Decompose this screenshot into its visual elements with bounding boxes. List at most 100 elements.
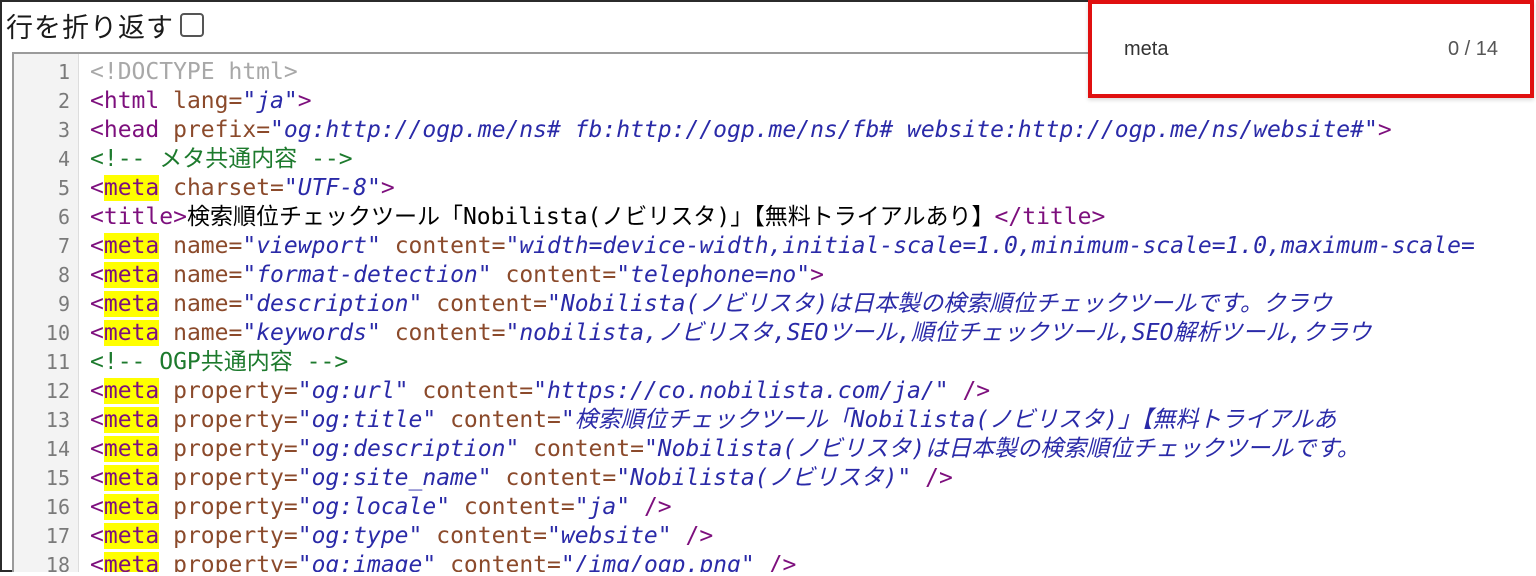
- code-text: <meta property="og:description" content=…: [90, 435, 1360, 464]
- code-token: "ja": [242, 88, 298, 114]
- code-line[interactable]: 9 <meta name="description" content="Nobil…: [14, 290, 1534, 319]
- code-token: "website": [547, 523, 672, 549]
- code-line[interactable]: 7 <meta name="viewport" content="width=de…: [14, 232, 1534, 261]
- search-highlight: meta: [103, 175, 160, 201]
- line-number: 15: [45, 466, 70, 490]
- code-token: "og:type": [297, 523, 423, 549]
- code-line[interactable]: 8 <meta name="format-detection" content="…: [14, 261, 1534, 290]
- code-line[interactable]: 3 <head prefix="og:http://ogp.me/ns# fb:h…: [14, 116, 1534, 145]
- code-line[interactable]: 18 <meta property="og:image" content="/im…: [14, 551, 1534, 572]
- code-token: "Nobilista(ノビリスタ)は日本製の検索順位チェックツールです。クラウ: [547, 291, 1332, 317]
- line-number: 14: [45, 437, 70, 461]
- search-input[interactable]: meta: [1124, 38, 1168, 61]
- code-line[interactable]: 16 <meta property="og:locale" content="ja…: [14, 493, 1534, 522]
- code-token: "og:locale": [297, 494, 451, 520]
- line-number: 9: [57, 292, 70, 316]
- line-number: 4: [57, 147, 70, 171]
- code-token: content=: [463, 494, 575, 520]
- code-token: <: [90, 436, 104, 462]
- search-highlight: meta: [103, 494, 160, 520]
- wrap-lines-checkbox[interactable]: [180, 13, 204, 37]
- code-token: <!DOCTYPE html>: [90, 59, 298, 85]
- code-token: <: [90, 233, 104, 259]
- code-token: prefix=: [173, 117, 271, 143]
- code-token: property=: [173, 465, 298, 491]
- code-token: content=: [436, 523, 547, 549]
- code-token: "/img/ogp.png": [560, 552, 755, 572]
- line-number: 10: [45, 321, 70, 345]
- code-token: "UTF-8": [283, 175, 381, 201]
- code-line[interactable]: 14 <meta property="og:description" conten…: [14, 435, 1534, 464]
- code-line[interactable]: 10 <meta name="keywords" content="nobilis…: [14, 319, 1534, 348]
- code-token: "description": [242, 291, 423, 317]
- search-highlight: meta: [103, 523, 160, 549]
- code-token: charset=: [173, 175, 284, 201]
- search-panel[interactable]: meta 0 / 14: [1088, 0, 1534, 98]
- code-token: />: [962, 378, 991, 404]
- code-token: >: [297, 88, 312, 114]
- code-text: <meta property="og:type" content="websit…: [90, 522, 713, 551]
- line-number: 5: [57, 176, 70, 200]
- code-token: <!-- メタ共通内容 -->: [90, 146, 353, 172]
- code-token: lang=: [173, 88, 243, 114]
- code-token: "keywords": [242, 320, 381, 346]
- code-token: property=: [173, 407, 298, 433]
- line-number: 3: [57, 118, 70, 142]
- code-line[interactable]: 12 <meta property="og:url" content="https…: [14, 377, 1534, 406]
- code-line[interactable]: 15 <meta property="og:site_name" content=…: [14, 464, 1534, 493]
- code-token: "telephone=no": [616, 262, 811, 288]
- code-line[interactable]: 13 <meta property="og:title" content="検索順…: [14, 406, 1534, 435]
- line-number: 6: [57, 205, 70, 229]
- code-text: <meta name="format-detection" content="t…: [90, 261, 824, 290]
- code-text: <meta property="og:locale" content="ja" …: [90, 493, 672, 522]
- code-token: "og:site_name": [297, 465, 492, 491]
- code-token: />: [768, 552, 797, 572]
- code-line[interactable]: 4 <!-- メタ共通内容 -->: [14, 145, 1534, 174]
- code-line[interactable]: 6 <title>検索順位チェックツール「Nobilista(ノビリスタ)」【無料…: [14, 203, 1534, 232]
- line-number: 17: [45, 524, 70, 548]
- code-token: "ja": [574, 494, 631, 520]
- code-text: <meta name="viewport" content="width=dev…: [90, 232, 1475, 261]
- line-number: 16: [45, 495, 70, 519]
- code-token: "viewport": [242, 233, 381, 259]
- code-token: 検索順位チェックツール「Nobilista(ノビリスタ)」【無料トライアルあり】: [186, 204, 995, 230]
- code-token: "Nobilista(ノビリスタ)は日本製の検索順位チェックツールです。: [643, 436, 1360, 462]
- code-editor[interactable]: 1 <!DOCTYPE html> 2 <html lang="ja"> 3 <head …: [12, 52, 1534, 572]
- code-token: >: [380, 175, 395, 201]
- search-highlight: meta: [103, 233, 160, 259]
- code-token: <: [90, 291, 104, 317]
- code-text: <meta property="og:image" content="/img/…: [90, 551, 796, 572]
- line-number: 2: [57, 89, 70, 113]
- code-token: >: [1377, 117, 1392, 143]
- code-text: <!-- OGP共通内容 -->: [90, 348, 348, 377]
- code-token: property=: [173, 378, 298, 404]
- code-token: <: [90, 262, 104, 288]
- line-number: 13: [45, 408, 70, 432]
- code-token: <: [90, 465, 104, 491]
- code-token: <: [90, 378, 104, 404]
- search-highlight: meta: [103, 465, 160, 491]
- code-token: "og:url": [297, 378, 409, 404]
- code-line[interactable]: 5 <meta charset="UTF-8">: [14, 174, 1534, 203]
- code-line[interactable]: 17 <meta property="og:type" content="webs…: [14, 522, 1534, 551]
- code-token: <title>: [90, 204, 187, 230]
- code-line[interactable]: 11 <!-- OGP共通内容 -->: [14, 348, 1534, 377]
- code-token: content=: [505, 465, 617, 491]
- code-token: <: [90, 523, 104, 549]
- code-token: content=: [450, 407, 561, 433]
